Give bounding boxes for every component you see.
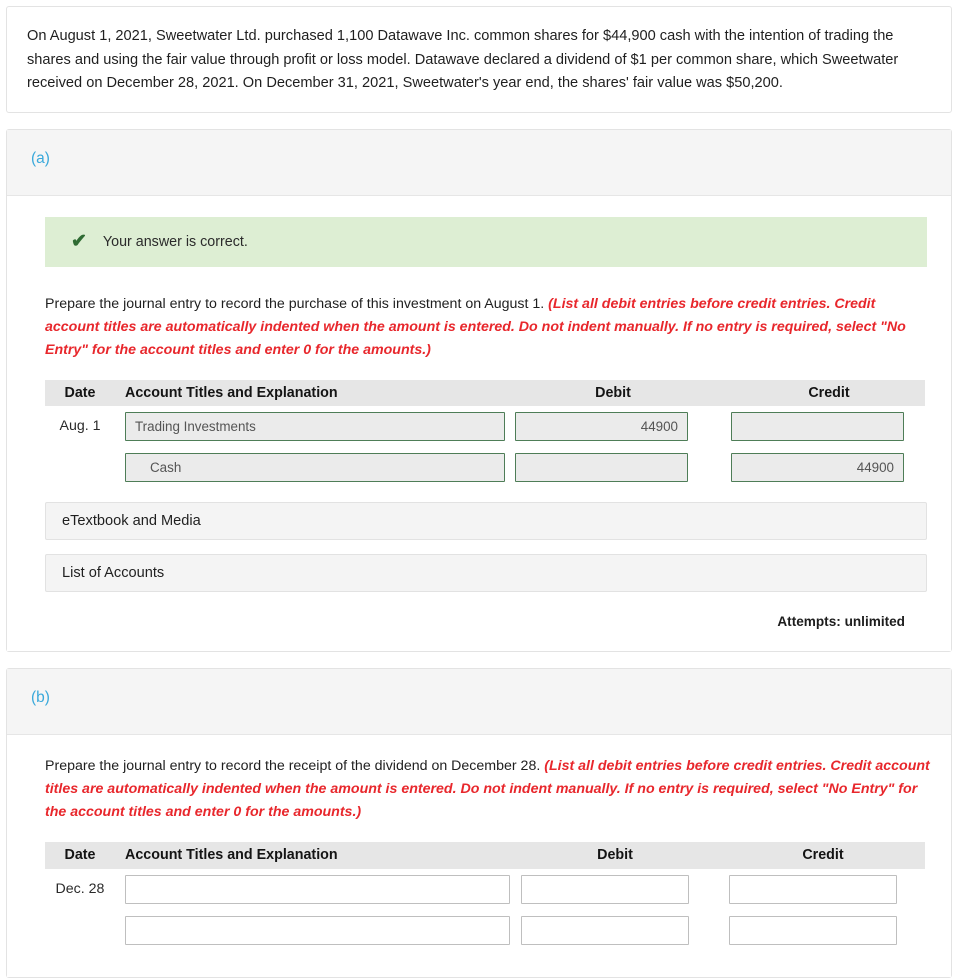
answer-status-text: Your answer is correct. [102,233,248,250]
etextbook-and-media-button[interactable]: eTextbook and Media [45,501,927,540]
exercise-page: On August 1, 2021, Sweetwater Ltd. purch… [0,0,958,978]
credit-input[interactable] [731,411,904,441]
table-row: Dec. 28 [45,869,925,910]
credit-input[interactable] [729,874,897,904]
part-a-label: (a) [31,149,50,167]
check-icon: ✔ [71,231,87,253]
credit-input[interactable] [729,915,897,945]
part-b-journal-table: Date Account Titles and Explanation Debi… [45,841,925,951]
header-account: Account Titles and Explanation [125,847,338,864]
header-credit: Credit [808,384,850,401]
part-b-prompt: Prepare the journal entry to record the … [45,757,541,774]
part-a-table-header: Date Account Titles and Explanation Debi… [45,379,925,406]
debit-input[interactable] [515,452,688,482]
row-date: Aug. 1 [59,418,101,435]
header-date: Date [64,847,96,864]
table-row [45,447,925,488]
part-b-instructions: Prepare the journal entry to record the … [45,755,933,824]
header-debit: Debit [595,384,631,401]
part-b-body: Prepare the journal entry to record the … [7,734,951,977]
part-a-prompt: Prepare the journal entry to record the … [45,295,545,312]
debit-input[interactable] [521,874,689,904]
problem-statement-card: On August 1, 2021, Sweetwater Ltd. purch… [6,6,952,113]
part-a-body: ✔ Your answer is correct. Prepare the jo… [7,195,951,651]
table-row: Aug. 1 [45,406,925,447]
part-b-card: (b) Prepare the journal entry to record … [6,667,952,978]
debit-input[interactable] [515,411,688,441]
account-input[interactable] [125,452,505,482]
problem-statement-text: On August 1, 2021, Sweetwater Ltd. purch… [27,28,899,92]
credit-input[interactable] [731,452,904,482]
header-account: Account Titles and Explanation [125,384,338,401]
header-credit: Credit [802,847,844,864]
part-b-header: (b) [7,668,951,735]
attempts-label: Attempts: unlimited [777,613,905,629]
part-a-journal-table: Date Account Titles and Explanation Debi… [45,379,925,488]
table-row [45,910,925,951]
answer-status-banner: ✔ Your answer is correct. [45,216,927,267]
account-input[interactable] [125,874,510,904]
part-b-table-header: Date Account Titles and Explanation Debi… [45,841,925,869]
header-debit: Debit [597,847,633,864]
part-a-header: (a) [7,129,951,196]
part-a-instructions: Prepare the journal entry to record the … [45,293,933,362]
header-date: Date [64,384,96,401]
part-a-card: (a) ✔ Your answer is correct. Prepare th… [6,128,952,652]
list-of-accounts-button[interactable]: List of Accounts [45,553,927,592]
account-input[interactable] [125,915,510,945]
part-b-label: (b) [31,688,50,706]
debit-input[interactable] [521,915,689,945]
row-date: Dec. 28 [55,881,105,898]
account-input[interactable] [125,411,505,441]
